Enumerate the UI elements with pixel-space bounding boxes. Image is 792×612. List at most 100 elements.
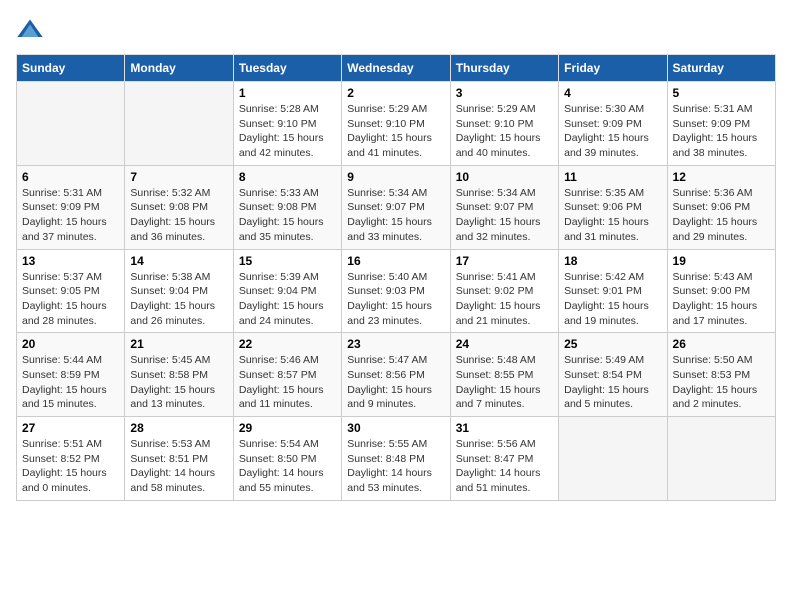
weekday-header-thursday: Thursday [450,55,558,82]
day-info: Sunrise: 5:56 AM Sunset: 8:47 PM Dayligh… [456,437,553,496]
day-info: Sunrise: 5:46 AM Sunset: 8:57 PM Dayligh… [239,353,336,412]
calendar-cell: 25 Sunrise: 5:49 AM Sunset: 8:54 PM Dayli… [559,333,667,417]
day-info: Sunrise: 5:29 AM Sunset: 9:10 PM Dayligh… [456,102,553,161]
calendar-cell: 30 Sunrise: 5:55 AM Sunset: 8:48 PM Dayli… [342,417,450,501]
day-info: Sunrise: 5:34 AM Sunset: 9:07 PM Dayligh… [456,186,553,245]
day-info: Sunrise: 5:43 AM Sunset: 9:00 PM Dayligh… [673,270,770,329]
day-number: 22 [239,337,336,351]
weekday-header-sunday: Sunday [17,55,125,82]
day-number: 25 [564,337,661,351]
day-number: 24 [456,337,553,351]
calendar-cell: 14 Sunrise: 5:38 AM Sunset: 9:04 PM Dayli… [125,249,233,333]
day-info: Sunrise: 5:38 AM Sunset: 9:04 PM Dayligh… [130,270,227,329]
calendar-cell: 11 Sunrise: 5:35 AM Sunset: 9:06 PM Dayli… [559,165,667,249]
day-number: 11 [564,170,661,184]
day-number: 12 [673,170,770,184]
day-info: Sunrise: 5:41 AM Sunset: 9:02 PM Dayligh… [456,270,553,329]
day-number: 10 [456,170,553,184]
calendar-header: SundayMondayTuesdayWednesdayThursdayFrid… [17,55,776,82]
day-info: Sunrise: 5:34 AM Sunset: 9:07 PM Dayligh… [347,186,444,245]
day-info: Sunrise: 5:53 AM Sunset: 8:51 PM Dayligh… [130,437,227,496]
day-number: 4 [564,86,661,100]
calendar-cell [125,82,233,166]
calendar-cell [667,417,775,501]
day-info: Sunrise: 5:48 AM Sunset: 8:55 PM Dayligh… [456,353,553,412]
day-number: 20 [22,337,119,351]
calendar-week-3: 13Sunrise: 5:37 AM Sunset: 9:05 PM Dayli… [17,249,776,333]
calendar-cell: 21 Sunrise: 5:45 AM Sunset: 8:58 PM Dayli… [125,333,233,417]
weekday-header-friday: Friday [559,55,667,82]
day-info: Sunrise: 5:39 AM Sunset: 9:04 PM Dayligh… [239,270,336,329]
calendar-cell: 17 Sunrise: 5:41 AM Sunset: 9:02 PM Dayli… [450,249,558,333]
day-info: Sunrise: 5:45 AM Sunset: 8:58 PM Dayligh… [130,353,227,412]
day-info: Sunrise: 5:36 AM Sunset: 9:06 PM Dayligh… [673,186,770,245]
calendar-cell: 2 Sunrise: 5:29 AM Sunset: 9:10 PM Daylig… [342,82,450,166]
calendar-cell: 31 Sunrise: 5:56 AM Sunset: 8:47 PM Dayli… [450,417,558,501]
day-number: 27 [22,421,119,435]
calendar-week-5: 27 Sunrise: 5:51 AM Sunset: 8:52 PM Dayli… [17,417,776,501]
calendar-cell: 26Sunrise: 5:50 AM Sunset: 8:53 PM Dayli… [667,333,775,417]
day-number: 16 [347,254,444,268]
calendar-cell: 16 Sunrise: 5:40 AM Sunset: 9:03 PM Dayli… [342,249,450,333]
day-info: Sunrise: 5:35 AM Sunset: 9:06 PM Dayligh… [564,186,661,245]
calendar-cell: 5 Sunrise: 5:31 AM Sunset: 9:09 PM Daylig… [667,82,775,166]
day-number: 5 [673,86,770,100]
calendar-cell: 27 Sunrise: 5:51 AM Sunset: 8:52 PM Dayli… [17,417,125,501]
day-number: 19 [673,254,770,268]
day-info: Sunrise: 5:49 AM Sunset: 8:54 PM Dayligh… [564,353,661,412]
page-header [16,16,776,44]
day-info: Sunrise: 5:31 AM Sunset: 9:09 PM Dayligh… [22,186,119,245]
calendar-cell: 19 Sunrise: 5:43 AM Sunset: 9:00 PM Dayli… [667,249,775,333]
day-info: Sunrise: 5:47 AM Sunset: 8:56 PM Dayligh… [347,353,444,412]
calendar-cell: 20 Sunrise: 5:44 AM Sunset: 8:59 PM Dayli… [17,333,125,417]
calendar-cell: 3 Sunrise: 5:29 AM Sunset: 9:10 PM Daylig… [450,82,558,166]
calendar-cell: 15 Sunrise: 5:39 AM Sunset: 9:04 PM Dayli… [233,249,341,333]
day-number: 6 [22,170,119,184]
calendar-cell: 4Sunrise: 5:30 AM Sunset: 9:09 PM Daylig… [559,82,667,166]
day-number: 13 [22,254,119,268]
day-number: 14 [130,254,227,268]
day-info: Sunrise: 5:31 AM Sunset: 9:09 PM Dayligh… [673,102,770,161]
calendar-cell: 13Sunrise: 5:37 AM Sunset: 9:05 PM Dayli… [17,249,125,333]
calendar-cell: 6 Sunrise: 5:31 AM Sunset: 9:09 PM Daylig… [17,165,125,249]
day-number: 3 [456,86,553,100]
weekday-header-tuesday: Tuesday [233,55,341,82]
day-info: Sunrise: 5:44 AM Sunset: 8:59 PM Dayligh… [22,353,119,412]
day-number: 18 [564,254,661,268]
day-info: Sunrise: 5:55 AM Sunset: 8:48 PM Dayligh… [347,437,444,496]
day-info: Sunrise: 5:29 AM Sunset: 9:10 PM Dayligh… [347,102,444,161]
logo-icon [16,16,44,44]
weekday-header-row: SundayMondayTuesdayWednesdayThursdayFrid… [17,55,776,82]
day-info: Sunrise: 5:51 AM Sunset: 8:52 PM Dayligh… [22,437,119,496]
calendar-cell: 23Sunrise: 5:47 AM Sunset: 8:56 PM Dayli… [342,333,450,417]
day-info: Sunrise: 5:40 AM Sunset: 9:03 PM Dayligh… [347,270,444,329]
calendar-week-4: 20 Sunrise: 5:44 AM Sunset: 8:59 PM Dayli… [17,333,776,417]
calendar-cell: 28 Sunrise: 5:53 AM Sunset: 8:51 PM Dayli… [125,417,233,501]
day-number: 21 [130,337,227,351]
calendar-cell: 10 Sunrise: 5:34 AM Sunset: 9:07 PM Dayli… [450,165,558,249]
day-number: 17 [456,254,553,268]
day-info: Sunrise: 5:42 AM Sunset: 9:01 PM Dayligh… [564,270,661,329]
calendar-cell: 29Sunrise: 5:54 AM Sunset: 8:50 PM Dayli… [233,417,341,501]
day-number: 8 [239,170,336,184]
calendar-cell: 22 Sunrise: 5:46 AM Sunset: 8:57 PM Dayli… [233,333,341,417]
day-info: Sunrise: 5:28 AM Sunset: 9:10 PM Dayligh… [239,102,336,161]
calendar-cell: 7Sunrise: 5:32 AM Sunset: 9:08 PM Daylig… [125,165,233,249]
day-number: 2 [347,86,444,100]
day-number: 1 [239,86,336,100]
day-number: 28 [130,421,227,435]
day-number: 31 [456,421,553,435]
day-info: Sunrise: 5:33 AM Sunset: 9:08 PM Dayligh… [239,186,336,245]
calendar-week-2: 6 Sunrise: 5:31 AM Sunset: 9:09 PM Daylig… [17,165,776,249]
logo [16,16,48,44]
day-number: 26 [673,337,770,351]
weekday-header-wednesday: Wednesday [342,55,450,82]
day-number: 29 [239,421,336,435]
calendar-cell: 9Sunrise: 5:34 AM Sunset: 9:07 PM Daylig… [342,165,450,249]
day-number: 30 [347,421,444,435]
calendar-cell: 12 Sunrise: 5:36 AM Sunset: 9:06 PM Dayli… [667,165,775,249]
day-number: 15 [239,254,336,268]
calendar-cell: 8 Sunrise: 5:33 AM Sunset: 9:08 PM Daylig… [233,165,341,249]
weekday-header-monday: Monday [125,55,233,82]
day-info: Sunrise: 5:32 AM Sunset: 9:08 PM Dayligh… [130,186,227,245]
